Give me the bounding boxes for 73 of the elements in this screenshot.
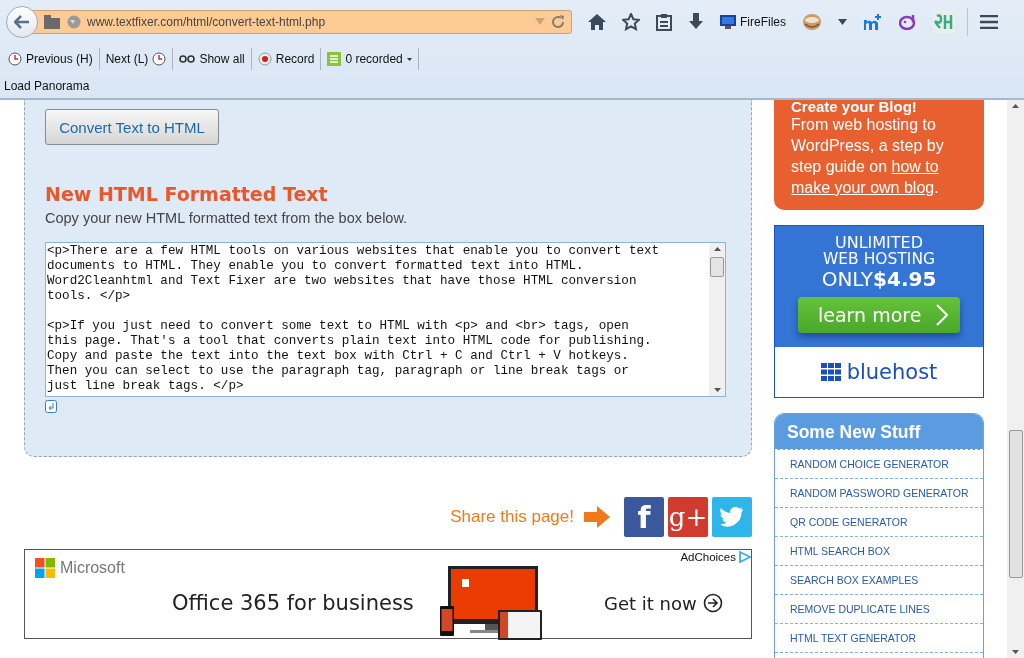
address-bar[interactable]: www.textfixer.com/html/convert-text-html.php [32, 10, 572, 34]
caret-icon [406, 57, 412, 61]
tool-link[interactable]: HTML TEXT GENERATOR [790, 632, 917, 644]
arrow-icon [584, 506, 610, 528]
blog-title: Create your Blog! [791, 100, 918, 114]
binoculars-icon [179, 54, 196, 64]
grid-logo-icon [820, 363, 841, 381]
previous-button[interactable]: Previous (H) [4, 52, 97, 66]
tool-link[interactable]: SEARCH BOX EXAMPLES [790, 574, 919, 586]
bird-icon [720, 507, 744, 527]
download-icon[interactable] [688, 13, 704, 31]
extension-icon[interactable] [863, 13, 883, 31]
home-icon[interactable] [588, 14, 606, 30]
record-icon [257, 52, 272, 66]
tool-link[interactable]: HTML SEARCH BOX [790, 545, 890, 557]
scroll-thumb[interactable] [710, 257, 724, 277]
reload-icon[interactable] [551, 15, 565, 29]
back-button[interactable] [6, 6, 38, 38]
convert-button[interactable]: Convert Text to HTML [45, 109, 219, 145]
menu-icon[interactable] [980, 15, 998, 29]
ad-text: ONLY [821, 267, 874, 291]
chevron-icon [936, 304, 948, 326]
list-icon [327, 52, 342, 66]
star-icon[interactable] [622, 13, 640, 31]
tool-link[interactable]: QR CODE GENERATOR [790, 516, 908, 528]
ad-text: UNLIMITED [834, 235, 923, 251]
microsoft-label: Microsoft [60, 559, 125, 577]
scroll-down-icon[interactable] [713, 388, 721, 392]
firefiles-button[interactable]: FireFiles [720, 15, 786, 29]
output-text-area[interactable]: <p>There are a few HTML tools on various websites that enable you to convert text documents to HTML. They enable you to convert formatted text into HTML. Word2Cleanhtml and Text Fixer are two websites that have those HTML conversion tools. </p> <p>If you just need to convert some text to HTML with <p> and <br> tags, open this page. That's a tool that converts plain text into HTML code for publishing. Copy and paste the text into the text box with Ctrl + C and Ctrl + V hotkeys. Then you can select to use the paragraph tag, paragraph or line break tags or just line break tags. </p> [45, 242, 726, 397]
blog-text: From web hosting to WordPress, a step by step guide on how to make your own blog. [791, 115, 945, 198]
cup-icon[interactable] [802, 13, 822, 31]
ad-text: WEB HOSTING [823, 251, 935, 267]
scroll-up-icon[interactable] [1012, 104, 1019, 108]
scroll-up-icon[interactable] [713, 247, 721, 251]
url-text: www.textfixer.com/html/convert-text-html.php [87, 15, 327, 29]
scrollbar[interactable] [709, 243, 725, 396]
bluehost-label: bluehost [846, 360, 938, 384]
load-panorama-button[interactable]: Load Panorama [4, 79, 90, 93]
instruction-text: Copy your new HTML formatted text from the box below. [45, 210, 408, 226]
monitor-icon [720, 15, 736, 29]
page-scrollbar[interactable] [1007, 100, 1024, 658]
smiley-icon[interactable] [899, 14, 917, 30]
tool-link[interactable]: REMOVE DUPLICATE LINES [790, 603, 930, 615]
back-arrow-icon [14, 15, 30, 29]
share-label: Share this page! [450, 507, 574, 527]
next-button[interactable]: Next (L) [101, 52, 171, 66]
caret-icon[interactable] [838, 19, 847, 25]
facebook-button[interactable]: f [624, 497, 664, 537]
record-button[interactable]: Record [253, 52, 319, 66]
google-plus-button[interactable]: g+ [668, 497, 708, 537]
tab-group-icon[interactable] [43, 15, 61, 29]
tool-link[interactable]: RANDOM CHOICE GENERATOR [790, 458, 949, 470]
tool-link[interactable]: RANDOM PASSWORD GENERATOR [790, 487, 969, 499]
section-heading: New HTML Formatted Text [45, 183, 328, 205]
return-icon[interactable] [45, 400, 57, 413]
showall-button[interactable]: Show all [175, 52, 249, 66]
adchoices-label[interactable]: AdChoices [680, 551, 736, 563]
price-text: $4.95 [873, 267, 937, 291]
office-ad-banner[interactable]: Microsoft AdChoices Office 365 for business Get it now [24, 549, 752, 639]
scroll-thumb[interactable] [1008, 430, 1023, 578]
hosting-ad-banner[interactable]: UNLIMITED WEB HOSTING ONLY$4.95 learn more bluehost [774, 225, 984, 398]
windows-logo-icon [35, 558, 55, 578]
clock-icon [152, 52, 167, 66]
arrow-circle-icon[interactable] [702, 593, 723, 613]
scroll-down-icon[interactable] [1012, 650, 1019, 654]
get-it-now-link[interactable]: Get it now [604, 592, 697, 614]
recorded-button[interactable]: 0 recorded [323, 52, 416, 66]
ad-headline: Office 365 for business [172, 591, 415, 615]
globe-icon [67, 15, 81, 29]
clipboard-icon[interactable] [656, 13, 672, 31]
panel-title: Some New Stuff [775, 414, 983, 450]
clock-icon [8, 52, 22, 66]
